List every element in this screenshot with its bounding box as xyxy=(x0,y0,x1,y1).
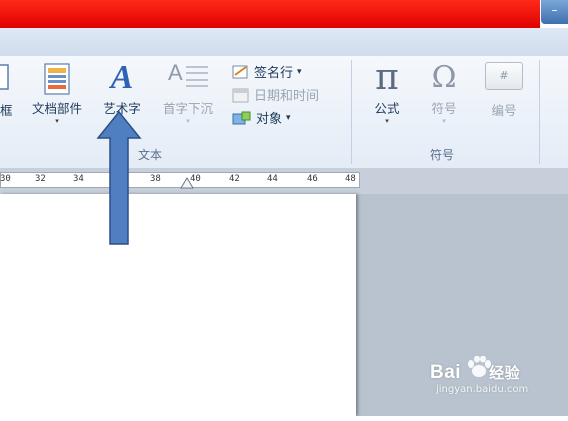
wordart-button[interactable]: A 艺术字 xyxy=(96,60,148,117)
dropcap-label: 首字下沉 xyxy=(162,101,213,116)
textbox-icon xyxy=(0,64,9,90)
equation-dropdown-icon: ▾ xyxy=(385,117,389,125)
ruler-label: 44 xyxy=(267,174,278,184)
group-separator-right xyxy=(539,60,540,164)
bottom-strip xyxy=(0,416,568,421)
signature-dropdown-icon: ▾ xyxy=(297,66,302,77)
symbol-dropdown-icon: ▾ xyxy=(442,117,446,125)
ruler-label: 46 xyxy=(307,174,318,184)
omega-icon: Ω xyxy=(431,60,457,95)
paw-icon xyxy=(468,356,491,377)
ruler-label: 48 xyxy=(345,174,356,184)
signature-line-label: 签名行 xyxy=(254,66,294,81)
textbox-tool[interactable] xyxy=(0,62,16,92)
number-icon: # xyxy=(485,62,523,90)
indent-marker-icon[interactable] xyxy=(180,177,194,189)
title-bar xyxy=(0,0,540,28)
group-separator xyxy=(351,60,352,164)
watermark-url: jingyan.baidu.com xyxy=(436,384,529,395)
dropcap-button[interactable]: A 首字下沉 ▾ xyxy=(154,60,222,125)
signature-icon xyxy=(232,65,248,78)
object-icon xyxy=(232,111,251,124)
document-page[interactable] xyxy=(0,194,356,416)
object-label: 对象 xyxy=(256,112,283,127)
watermark-suffix: 经验 xyxy=(489,364,521,382)
ruler-label: 34 xyxy=(73,174,84,184)
window-control-button[interactable]: – xyxy=(541,0,568,24)
pi-icon: π xyxy=(375,57,399,98)
ruler-label: 30 xyxy=(0,174,11,184)
symbol-button[interactable]: Ω 符号 ▾ xyxy=(420,58,468,125)
equation-label: 公式 xyxy=(374,101,400,116)
ruler-label: 32 xyxy=(35,174,46,184)
textbox-label: 框 xyxy=(0,103,13,118)
ruler-label: 42 xyxy=(229,174,240,184)
quick-parts-label: 文档部件 xyxy=(31,101,82,116)
wordart-icon: A xyxy=(110,59,134,96)
baidu-watermark: Bai 经验 jingyan.baidu.com xyxy=(430,356,529,395)
annotation-arrow-icon xyxy=(96,110,142,245)
quick-parts-icon xyxy=(44,63,70,95)
ruler-label: 38 xyxy=(150,174,161,184)
date-time-button[interactable]: 日期和时间 xyxy=(232,85,319,104)
calendar-icon xyxy=(232,88,249,102)
object-button[interactable]: 对象 ▾ xyxy=(232,108,291,127)
dropcap-icon: A xyxy=(168,60,208,87)
number-button[interactable]: # 编号 xyxy=(478,62,530,119)
quick-parts-dropdown-icon: ▾ xyxy=(55,117,59,125)
watermark-brand: Bai xyxy=(430,362,462,383)
symbol-label: 符号 xyxy=(431,101,457,116)
group-label-symbols: 符号 xyxy=(430,148,455,162)
tab-strip xyxy=(0,28,568,56)
equation-button[interactable]: π 公式 ▾ xyxy=(364,57,410,126)
number-label: 编号 xyxy=(491,103,517,118)
object-dropdown-icon: ▾ xyxy=(286,112,291,123)
date-time-label: 日期和时间 xyxy=(254,89,320,104)
signature-line-button[interactable]: 签名行 ▾ xyxy=(232,62,302,81)
dropcap-dropdown-icon: ▾ xyxy=(186,117,190,125)
quick-parts-button[interactable]: 文档部件 ▾ xyxy=(24,62,90,125)
